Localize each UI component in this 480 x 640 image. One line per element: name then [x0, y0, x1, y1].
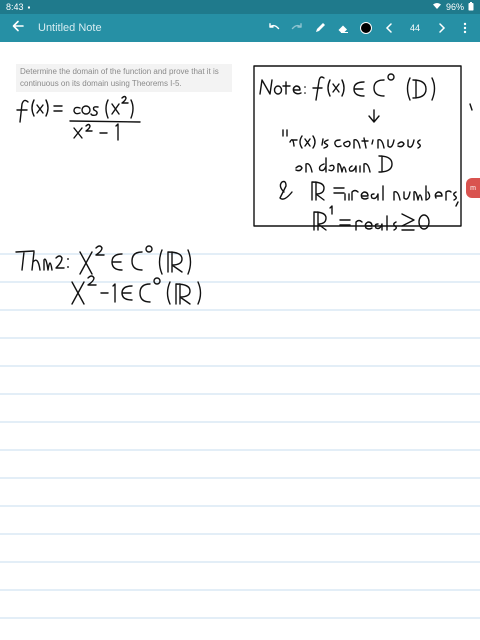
battery-text: 96%: [445, 2, 464, 12]
color-dot-icon: [359, 22, 372, 34]
back-arrow-icon: [12, 19, 24, 37]
redo-icon: [291, 23, 303, 33]
chevron-right-icon: [438, 23, 446, 33]
status-right: 96%: [432, 1, 474, 13]
back-button[interactable]: [0, 14, 36, 42]
question-text: Determine the domain of the function and…: [16, 64, 232, 92]
status-left: 8:43 ▪: [6, 2, 30, 12]
pen-color-button[interactable]: [354, 14, 377, 42]
eraser-icon: [337, 22, 349, 34]
more-vertical-icon: [463, 22, 467, 34]
pen-tool-button[interactable]: [308, 14, 331, 42]
toolbar: 44: [262, 14, 480, 42]
pen-icon: [314, 22, 326, 34]
ruled-lines: [0, 253, 480, 619]
page-count: 44: [409, 23, 420, 33]
app-bar: Untitled Note 44: [0, 14, 480, 42]
chevron-left-icon: [385, 23, 393, 33]
next-page-button[interactable]: [430, 14, 453, 42]
status-bar: 8:43 ▪ 96%: [0, 0, 480, 14]
wifi-icon: [432, 2, 442, 12]
notification-icon: ▪: [27, 2, 31, 12]
undo-button[interactable]: [262, 14, 285, 42]
more-options-button[interactable]: [453, 14, 476, 42]
note-title[interactable]: Untitled Note: [38, 22, 262, 34]
redo-button[interactable]: [285, 14, 308, 42]
bottom-nav-bar: [0, 634, 480, 640]
eraser-tool-button[interactable]: [331, 14, 354, 42]
note-canvas[interactable]: Determine the domain of the function and…: [0, 42, 480, 640]
undo-icon: [268, 23, 280, 33]
previous-page-button[interactable]: [377, 14, 400, 42]
status-time: 8:43: [6, 2, 24, 12]
battery-icon: [468, 1, 474, 13]
side-panel-icon: m: [470, 184, 476, 192]
side-panel-tab[interactable]: m: [466, 178, 480, 198]
